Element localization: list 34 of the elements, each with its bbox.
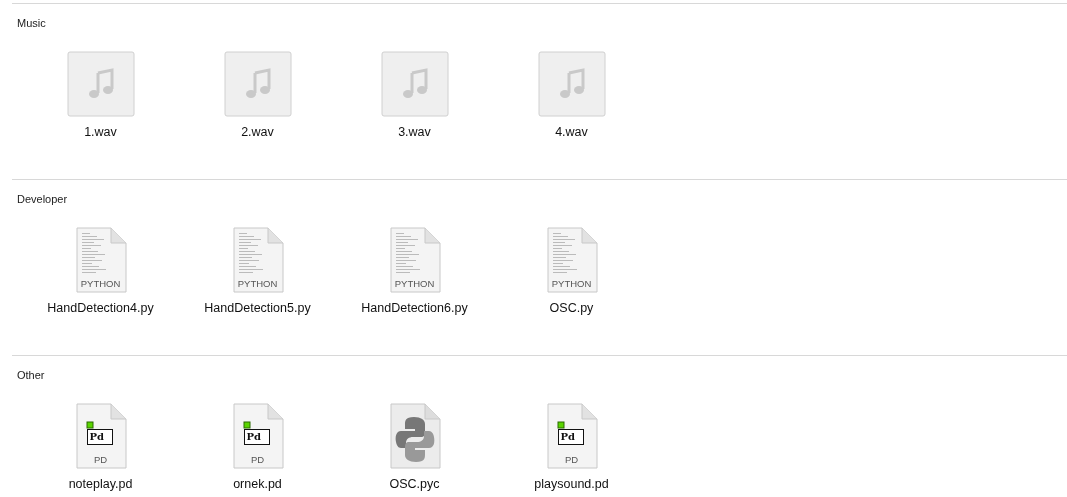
file-name[interactable]: noteplay.pd (68, 475, 133, 494)
file-name[interactable]: playsound.pd (534, 475, 609, 494)
file-name[interactable]: HandDetection6.py (361, 299, 468, 318)
file-type-label: PD (92, 454, 109, 464)
python-file-icon (74, 227, 127, 293)
file-name[interactable]: 3.wav (398, 123, 431, 142)
file-name[interactable]: HandDetection4.py (47, 299, 154, 318)
music-file-icon (66, 51, 135, 117)
pd-logo: Pd (557, 429, 584, 445)
file-type-label: PD (563, 454, 580, 464)
music-file-icon (223, 51, 292, 117)
file-name[interactable]: ornek.pd (233, 475, 282, 494)
file-name[interactable]: 4.wav (555, 123, 588, 142)
section-heading: Music (17, 16, 46, 31)
compiled-python-file-icon (388, 403, 441, 469)
file-type-label: PYTHON (550, 278, 593, 288)
music-file-icon (537, 51, 606, 117)
file-name[interactable]: OSC.py (549, 299, 594, 318)
section-heading: Other (17, 368, 45, 383)
file-name[interactable]: 2.wav (241, 123, 274, 142)
pd-logo: Pd (243, 429, 270, 445)
file-name[interactable]: HandDetection5.py (204, 299, 311, 318)
music-file-icon (380, 51, 449, 117)
file-type-label: PYTHON (393, 278, 436, 288)
file-type-label: PYTHON (79, 278, 122, 288)
python-file-icon (545, 227, 598, 293)
file-type-label: PD (249, 454, 266, 464)
section-heading: Developer (17, 192, 68, 207)
file-name[interactable]: OSC.pyc (389, 475, 440, 494)
file-type-label: PYTHON (236, 278, 279, 288)
file-name[interactable]: 1.wav (84, 123, 117, 142)
python-file-icon (231, 227, 284, 293)
python-file-icon (388, 227, 441, 293)
pd-logo: Pd (86, 429, 113, 445)
